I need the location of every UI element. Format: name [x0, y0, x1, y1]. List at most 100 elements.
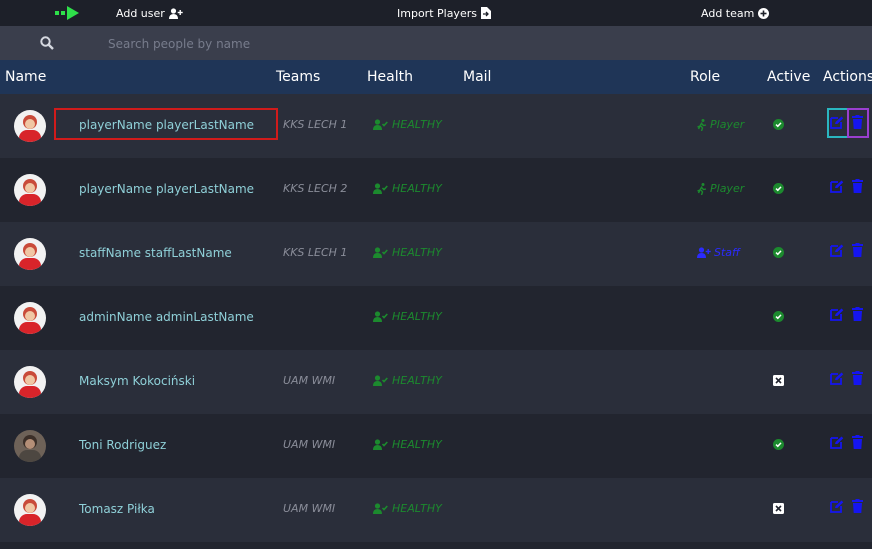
user-name[interactable]: Toni Rodriguez — [79, 438, 166, 452]
close-square-icon — [773, 503, 784, 514]
active-status — [773, 119, 784, 133]
role-label: Player — [710, 118, 745, 131]
active-status — [773, 247, 784, 261]
delete-button[interactable] — [850, 498, 864, 514]
edit-button[interactable] — [830, 178, 844, 194]
header-role[interactable]: Role — [690, 69, 720, 85]
delete-button[interactable] — [850, 370, 864, 386]
row-actions — [830, 306, 864, 322]
user-name[interactable]: adminName adminLastName — [79, 310, 254, 324]
role-badge: Staff — [697, 246, 740, 259]
header-mail[interactable]: Mail — [463, 69, 491, 85]
check-circle-icon — [773, 311, 784, 322]
edit-button[interactable] — [830, 370, 844, 386]
health-status: HEALTHY — [373, 374, 442, 387]
health-label: HEALTHY — [392, 118, 442, 131]
edit-button[interactable] — [830, 434, 844, 450]
close-square-icon — [773, 375, 784, 386]
delete-button[interactable] — [850, 434, 864, 450]
user-check-icon — [373, 311, 388, 322]
user-plus-icon — [168, 7, 183, 19]
user-name[interactable]: staffName staffLastName — [79, 246, 232, 260]
header-active[interactable]: Active — [767, 69, 810, 85]
header-name[interactable]: Name — [5, 69, 46, 85]
trash-icon — [851, 499, 863, 513]
team-label: UAM WMI — [283, 438, 336, 451]
edit-icon — [830, 308, 844, 321]
user-name[interactable]: Tomasz Piłka — [79, 502, 155, 516]
team-label: KKS LECH 1 — [283, 246, 348, 259]
check-circle-icon — [773, 247, 784, 258]
health-label: HEALTHY — [392, 438, 442, 451]
running-icon — [697, 182, 707, 195]
user-name[interactable]: Maksym Kokociński — [79, 374, 195, 388]
active-status — [773, 503, 784, 517]
avatar — [14, 174, 46, 206]
active-status — [773, 375, 784, 389]
table-row: Toni Rodriguez UAM WMI HEALTHY — [0, 414, 872, 478]
add-user-label: Add user — [116, 6, 165, 20]
edit-icon — [830, 180, 844, 193]
row-actions — [830, 178, 864, 194]
check-circle-icon — [773, 439, 784, 450]
delete-highlight-box — [847, 108, 869, 138]
health-label: HEALTHY — [392, 502, 442, 515]
header-teams[interactable]: Teams — [276, 69, 320, 85]
avatar — [14, 430, 46, 462]
users-table-body: playerName playerLastName KKS LECH 1 HEALT… — [0, 94, 872, 542]
plus-circle-icon — [758, 7, 770, 19]
role-badge: Player — [697, 182, 744, 195]
user-check-icon — [373, 503, 388, 514]
health-status: HEALTHY — [373, 502, 442, 515]
header-actions: Actions — [823, 69, 872, 85]
health-status: HEALTHY — [373, 246, 442, 259]
add-team-label: Add team — [701, 6, 755, 20]
delete-button[interactable] — [850, 178, 864, 194]
add-team-button[interactable]: Add team — [701, 0, 770, 26]
header-health[interactable]: Health — [367, 69, 413, 85]
team-label: UAM WMI — [283, 502, 336, 515]
avatar — [14, 366, 46, 398]
edit-highlight-box — [827, 108, 849, 138]
edit-button[interactable] — [830, 306, 844, 322]
delete-button[interactable] — [850, 306, 864, 322]
row-actions — [830, 498, 864, 514]
edit-icon — [830, 244, 844, 257]
import-players-label: Import Players — [397, 6, 477, 20]
trash-icon — [851, 243, 863, 257]
trash-icon — [851, 435, 863, 449]
health-label: HEALTHY — [392, 310, 442, 323]
delete-button[interactable] — [850, 242, 864, 258]
row-actions — [830, 242, 864, 258]
health-label: HEALTHY — [392, 182, 442, 195]
health-label: HEALTHY — [392, 374, 442, 387]
add-user-button[interactable]: Add user — [116, 0, 183, 26]
row-actions — [830, 434, 864, 450]
back-button[interactable] — [54, 0, 80, 26]
name-highlight-box — [54, 108, 278, 140]
active-status — [773, 183, 784, 197]
user-check-icon — [373, 375, 388, 386]
team-label: KKS LECH 2 — [283, 182, 348, 195]
check-circle-icon — [773, 119, 784, 130]
edit-icon — [830, 436, 844, 449]
health-status: HEALTHY — [373, 182, 442, 195]
user-name[interactable]: playerName playerLastName — [79, 182, 254, 196]
import-players-button[interactable]: Import Players — [397, 0, 491, 26]
trash-icon — [851, 371, 863, 385]
active-status — [773, 439, 784, 453]
edit-icon — [830, 372, 844, 385]
role-label: Staff — [714, 246, 740, 259]
user-check-icon — [373, 439, 388, 450]
table-row: playerName playerLastName KKS LECH 2 HEALT… — [0, 158, 872, 222]
trash-icon — [851, 307, 863, 321]
avatar — [14, 238, 46, 270]
user-check-icon — [373, 119, 388, 130]
avatar — [14, 302, 46, 334]
edit-button[interactable] — [830, 498, 844, 514]
search-input[interactable] — [106, 31, 610, 57]
edit-button[interactable] — [830, 242, 844, 258]
trash-icon — [851, 179, 863, 193]
arrow-right-icon — [55, 6, 79, 20]
avatar — [14, 494, 46, 526]
